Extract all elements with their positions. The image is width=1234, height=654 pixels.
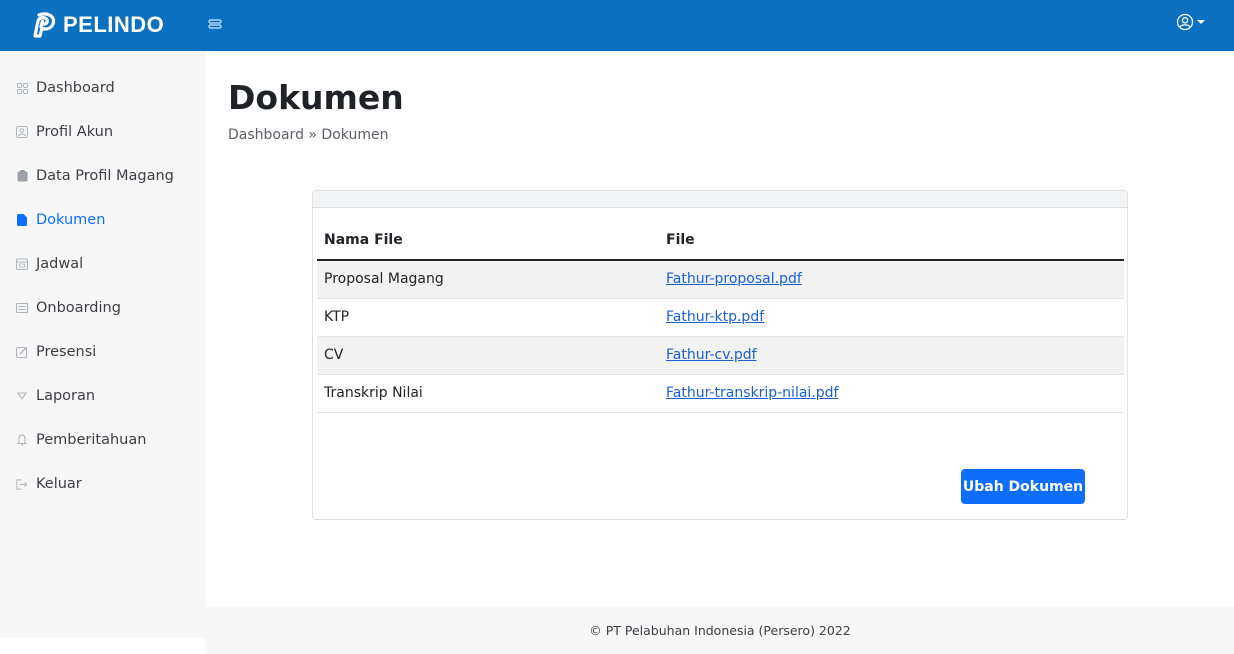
sidebar-item-laporan[interactable]: Laporan xyxy=(0,378,206,414)
file-link-cell: Fathur-proposal.pdf xyxy=(659,260,1124,299)
file-link[interactable]: Fathur-proposal.pdf xyxy=(666,271,802,287)
breadcrumb: Dashboard » Dokumen xyxy=(228,127,389,143)
file-name-cell: CV xyxy=(317,336,659,375)
user-circle-icon xyxy=(1176,13,1194,31)
triangle-down-icon xyxy=(16,390,28,402)
user-icon xyxy=(16,126,28,138)
edit-icon xyxy=(16,346,28,358)
sidebar: Dashboard Profil Akun Data Profil Magang… xyxy=(0,51,206,638)
card-header xyxy=(313,191,1127,208)
sidebar-item-label: Onboarding xyxy=(36,300,121,316)
sidebar-item-label: Pemberitahuan xyxy=(36,432,147,448)
caret-down-icon xyxy=(1197,20,1205,24)
file-link[interactable]: Fathur-cv.pdf xyxy=(666,347,757,363)
sidebar-item-label: Data Profil Magang xyxy=(36,168,174,184)
sidebar-item-keluar[interactable]: Keluar xyxy=(0,466,206,502)
table-row: CV Fathur-cv.pdf xyxy=(317,336,1124,375)
table-row: Proposal Magang Fathur-proposal.pdf xyxy=(317,260,1124,299)
sidebar-item-label: Presensi xyxy=(36,344,97,360)
grid-icon xyxy=(16,82,28,94)
sidebar-item-label: Laporan xyxy=(36,388,96,404)
sidebar-item-label: Dokumen xyxy=(36,212,106,228)
pelindo-logo-icon xyxy=(33,12,56,38)
table-header-row: Nama File File xyxy=(317,221,1124,261)
user-menu[interactable] xyxy=(1176,13,1205,31)
menu-toggle-icon[interactable] xyxy=(207,16,223,32)
file-link-cell: Fathur-cv.pdf xyxy=(659,336,1124,375)
file-name-cell: Proposal Magang xyxy=(317,260,659,299)
sidebar-item-label: Dashboard xyxy=(36,80,115,96)
ubah-dokumen-button[interactable]: Ubah Dokumen xyxy=(961,469,1085,504)
file-link[interactable]: Fathur-transkrip-nilai.pdf xyxy=(666,385,838,401)
pelindo-logo[interactable]: PELINDO xyxy=(33,10,164,40)
documents-card: Nama File File Proposal Magang Fathur-pr… xyxy=(312,190,1128,520)
sidebar-item-label: Jadwal xyxy=(36,256,84,272)
sidebar-item-label: Keluar xyxy=(36,476,82,492)
sidebar-item-presensi[interactable]: Presensi xyxy=(0,334,206,370)
bell-icon xyxy=(16,434,28,446)
sidebar-item-onboarding[interactable]: Onboarding xyxy=(0,290,206,326)
sidebar-item-profil-akun[interactable]: Profil Akun xyxy=(0,114,206,150)
file-name-cell: KTP xyxy=(317,298,659,337)
file-link-cell: Fathur-ktp.pdf xyxy=(659,298,1124,337)
sidebar-item-pemberitahuan[interactable]: Pemberitahuan xyxy=(0,422,206,458)
column-header-file: File xyxy=(659,221,1124,261)
file-name-cell: Transkrip Nilai xyxy=(317,374,659,413)
file-link-cell: Fathur-transkrip-nilai.pdf xyxy=(659,374,1124,413)
sidebar-item-dokumen[interactable]: Dokumen xyxy=(0,202,206,238)
table-row: KTP Fathur-ktp.pdf xyxy=(317,298,1124,337)
table-row: Transkrip Nilai Fathur-transkrip-nilai.p… xyxy=(317,374,1124,413)
file-link[interactable]: Fathur-ktp.pdf xyxy=(666,309,764,325)
file-icon xyxy=(16,214,28,226)
page-title: Dokumen xyxy=(228,78,404,117)
list-icon xyxy=(16,302,28,314)
documents-table: Nama File File Proposal Magang Fathur-pr… xyxy=(317,221,1124,413)
brand-name: PELINDO xyxy=(63,12,165,37)
sidebar-item-data-profil-magang[interactable]: Data Profil Magang xyxy=(0,158,206,194)
column-header-nama-file: Nama File xyxy=(317,221,659,261)
top-navbar: PELINDO xyxy=(0,0,1234,51)
footer-copyright: © PT Pelabuhan Indonesia (Persero) 2022 xyxy=(589,623,851,638)
sidebar-item-label: Profil Akun xyxy=(36,124,114,140)
sidebar-item-dashboard[interactable]: Dashboard xyxy=(0,70,206,106)
footer: © PT Pelabuhan Indonesia (Persero) 2022 xyxy=(206,607,1234,654)
clipboard-icon xyxy=(16,170,28,182)
sidebar-item-jadwal[interactable]: Jadwal xyxy=(0,246,206,282)
logout-icon xyxy=(16,478,28,490)
calendar-icon xyxy=(16,258,28,270)
